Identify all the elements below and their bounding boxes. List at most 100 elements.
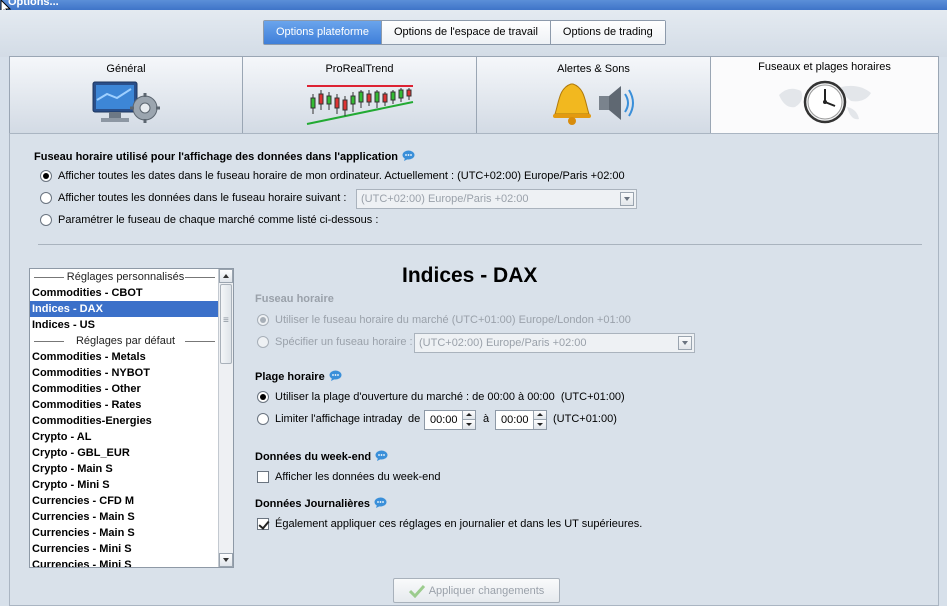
global-timezone-select[interactable]: (UTC+02:00) Europe/Paris +02:00 (356, 189, 637, 209)
info-bubble-icon[interactable] (329, 370, 342, 381)
scroll-thumb[interactable] (220, 284, 232, 364)
info-bubble-icon[interactable] (374, 497, 387, 508)
spin-up-icon[interactable] (533, 411, 546, 420)
market-tz-option-custom-radio (257, 336, 269, 348)
list-item[interactable]: Commodities - Other (30, 381, 219, 397)
apply-changes-label: Appliquer changements (428, 584, 545, 597)
bell-speaker-icon (552, 83, 634, 125)
spin-down-icon[interactable] (533, 420, 546, 429)
tab-timezones[interactable]: Fuseaux et plages horaires (710, 56, 939, 135)
options-segmented-control: Options plateforme Options de l'espace d… (263, 20, 666, 45)
tz-option-custom-label: Afficher toutes les données dans le fuse… (58, 192, 347, 204)
hours-option-market-label: Utiliser la plage d'ouverture du marché … (275, 391, 625, 403)
daily-checkbox-label: Également appliquer ces réglages en jour… (275, 518, 643, 530)
list-item[interactable]: Crypto - AL (30, 429, 219, 445)
tab-timezones-label: Fuseaux et plages horaires (758, 61, 891, 73)
tab-prorealtrend-label: ProRealTrend (325, 63, 394, 75)
hours-option-market[interactable]: Utiliser la plage d'ouverture du marché … (257, 391, 625, 403)
hours-from-value[interactable]: 00:00 (430, 414, 458, 426)
tz-option-per-market-radio[interactable] (40, 214, 52, 226)
list-item[interactable]: Commodities - NYBOT (30, 365, 219, 381)
window-titlebar: Options... (0, 0, 947, 10)
list-item[interactable]: Commodities-Energies (30, 413, 219, 429)
segment-trading-options[interactable]: Options de trading (550, 21, 665, 44)
scroll-up-button[interactable] (219, 269, 233, 283)
list-item[interactable]: Currencies - CFD M (30, 493, 219, 509)
section-divider (38, 244, 922, 245)
window-title: Options... (8, 0, 59, 8)
list-item[interactable]: Indices - DAX (30, 301, 219, 317)
list-item[interactable]: Indices - US (30, 317, 219, 333)
weekend-checkbox-label: Afficher les données du week-end (275, 471, 441, 483)
list-group-header: Réglages personnalisés (30, 269, 219, 285)
list-item[interactable]: Currencies - Main S (30, 525, 219, 541)
hours-tz-label: (UTC+01:00) (553, 413, 617, 425)
tz-option-computer-radio[interactable] (40, 170, 52, 182)
list-item[interactable]: Currencies - Mini S (30, 557, 219, 567)
weekend-checkbox-row[interactable]: Afficher les données du week-end (257, 471, 441, 483)
tz-option-custom[interactable]: Afficher toutes les données dans le fuse… (40, 192, 346, 204)
weekend-checkbox[interactable] (257, 471, 269, 483)
market-timezone-title: Fuseau horaire (255, 293, 334, 305)
list-item[interactable]: Crypto - GBL_EUR (30, 445, 219, 461)
market-tz-option-market-label: Utiliser le fuseau horaire du marché (UT… (275, 314, 631, 326)
world-clock-icon (778, 80, 871, 124)
apply-changes-button[interactable]: Appliquer changements (393, 578, 560, 603)
monitor-gear-icon (92, 81, 160, 123)
market-list[interactable]: Réglages personnalisés Commodities - CBOT… (29, 268, 234, 568)
market-tz-option-custom: Spécifier un fuseau horaire : (257, 336, 413, 348)
list-group-header: Réglages par défaut (30, 333, 219, 349)
hours-to-value[interactable]: 00:00 (501, 414, 529, 426)
list-item[interactable]: Commodities - Rates (30, 397, 219, 413)
hours-option-intraday-label: Limiter l'affichage intraday (275, 413, 403, 425)
segment-workspace-options[interactable]: Options de l'espace de travail (381, 21, 551, 44)
market-list-items: Réglages personnalisés Commodities - CBOT… (30, 269, 219, 567)
info-bubble-icon[interactable] (402, 150, 415, 161)
spin-up-icon[interactable] (462, 411, 475, 420)
market-tz-option-market: Utiliser le fuseau horaire du marché (UT… (257, 314, 631, 326)
market-timezone-select: (UTC+02:00) Europe/Paris +02:00 (414, 333, 695, 353)
tab-general[interactable]: Général (9, 56, 243, 134)
market-tz-option-custom-label: Spécifier un fuseau horaire : (275, 336, 413, 348)
market-timezone-select-value: (UTC+02:00) Europe/Paris +02:00 (419, 337, 587, 349)
tab-alerts-sounds[interactable]: Alertes & Sons (476, 56, 711, 134)
market-list-scrollbar[interactable] (218, 269, 233, 567)
tz-option-computer-label: Afficher toutes les dates dans le fuseau… (58, 170, 625, 182)
list-item[interactable]: Crypto - Main S (30, 461, 219, 477)
spin-down-icon[interactable] (462, 420, 475, 429)
hours-to-spinner[interactable]: 00:00 (495, 410, 547, 430)
daily-checkbox-row[interactable]: Également appliquer ces réglages en jour… (257, 518, 642, 530)
info-bubble-icon[interactable] (375, 450, 388, 461)
hours-option-market-radio[interactable] (257, 391, 269, 403)
list-item[interactable]: Commodities - CBOT (30, 285, 219, 301)
global-timezone-select-value: (UTC+02:00) Europe/Paris +02:00 (361, 193, 529, 205)
chevron-down-icon (678, 336, 692, 350)
scroll-down-button[interactable] (219, 553, 233, 567)
list-item[interactable]: Currencies - Mini S (30, 541, 219, 557)
hours-option-intraday[interactable]: Limiter l'affichage intraday (257, 413, 402, 425)
tab-general-label: Général (106, 63, 146, 75)
hours-option-intraday-radio[interactable] (257, 413, 269, 425)
daily-data-title-text: Données Journalières (255, 498, 370, 510)
candlestick-trend-icon (306, 85, 413, 125)
daily-checkbox[interactable] (257, 518, 269, 530)
hours-to-label: à (483, 413, 490, 425)
list-item[interactable]: Crypto - Mini S (30, 477, 219, 493)
timezone-section-title: Fuseau horaire utilisé pour l'affichage … (34, 150, 415, 163)
timezone-section-title-text: Fuseau horaire utilisé pour l'affichage … (34, 151, 399, 163)
list-item[interactable]: Currencies - Main S (30, 509, 219, 525)
trading-hours-title-text: Plage horaire (255, 371, 325, 383)
tz-option-computer[interactable]: Afficher toutes les dates dans le fuseau… (40, 170, 625, 182)
tab-prorealtrend[interactable]: ProRealTrend (242, 56, 477, 134)
tab-alerts-label: Alertes & Sons (557, 63, 630, 75)
weekend-title: Données du week-end (255, 450, 388, 463)
market-detail-title: Indices - DAX (402, 264, 538, 287)
options-tabs: Général ProRealTrend Alertes & Sons Fuse… (9, 56, 939, 135)
chevron-down-icon[interactable] (620, 192, 634, 206)
tz-option-per-market[interactable]: Paramétrer le fuseau de chaque marché co… (40, 214, 378, 226)
hours-from-spinner[interactable]: 00:00 (424, 410, 476, 430)
tz-option-custom-radio[interactable] (40, 192, 52, 204)
segment-platform-options[interactable]: Options plateforme (264, 21, 382, 44)
list-item[interactable]: Commodities - Metals (30, 349, 219, 365)
hours-from-label: de (408, 413, 421, 425)
